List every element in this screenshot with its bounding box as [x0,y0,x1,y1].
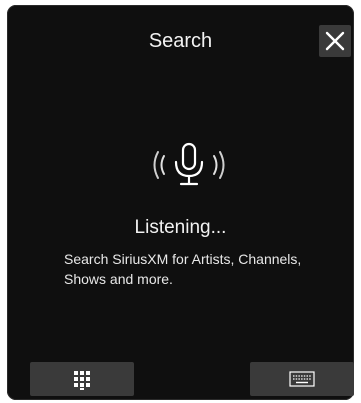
keypad-button[interactable] [30,362,134,396]
keypad-icon [74,371,90,390]
voice-search-panel [7,5,354,400]
keyboard-button[interactable] [250,362,354,396]
microphone-listening-icon [153,142,225,186]
close-button[interactable] [319,25,351,57]
keyboard-icon [289,371,315,387]
screen-frame: Search Listening... Search SiriusXM for … [0,0,361,403]
page-title: Search [148,30,213,52]
search-hint-text: Search SiriusXM for Artists, Channels, S… [64,251,302,287]
listening-status: Listening... [134,217,227,238]
close-icon [325,31,345,51]
